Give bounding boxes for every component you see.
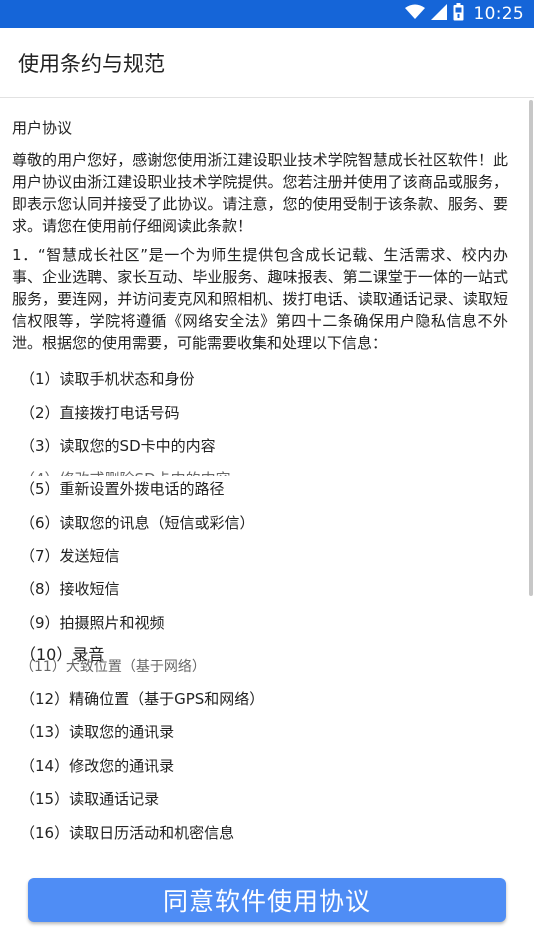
agreement-scroll-area[interactable]: 用户协议 尊敬的用户您好，感谢您使用浙江建设职业技术学院智慧成长社区软件！此用户…	[12, 98, 512, 860]
permission-item: （5）重新设置外拨电话的路径	[20, 480, 225, 498]
permission-item: （10）录音	[20, 645, 105, 664]
cellular-signal-icon	[430, 4, 447, 24]
status-icons: 10:25	[404, 3, 525, 25]
agreement-intro-paragraph: 尊敬的用户您好，感谢您使用浙江建设职业技术学院智慧成长社区软件！此用户协议由浙江…	[12, 151, 508, 235]
page-title: 使用条约与规范	[18, 52, 165, 76]
permission-item: （7）发送短信	[20, 547, 120, 565]
permission-item: （2）直接拨打电话号码	[20, 404, 180, 422]
permission-item: （13）读取您的通讯录	[20, 723, 175, 741]
permission-item: （12）精确位置（基于GPS和网络）	[20, 690, 265, 708]
battery-icon	[453, 3, 464, 25]
permission-item: （14）修改您的通讯录	[20, 757, 175, 775]
agreement-heading: 用户协议	[12, 119, 73, 137]
permission-item: （1）读取手机状态和身份	[20, 370, 195, 388]
permission-item: （9）拍摄照片和视频	[20, 614, 165, 632]
agree-button[interactable]: 同意软件使用协议	[28, 878, 506, 922]
permission-item: （15）读取通话记录	[20, 790, 160, 808]
app-bar: 使用条约与规范	[0, 28, 534, 98]
permission-item: （6）读取您的讯息（短信或彩信）	[20, 514, 255, 532]
permission-item: （16）读取日历活动和机密信息	[20, 824, 235, 842]
permission-item: （3）读取您的SD卡中的内容	[20, 437, 216, 455]
permission-item: （4）修改或删除SD卡中的内容	[20, 468, 231, 476]
status-bar: 10:25	[0, 0, 534, 28]
permission-item: （8）接收短信	[20, 580, 120, 598]
wifi-icon	[404, 4, 425, 24]
agreement-section-one: 1．“智慧成长社区”是一个为师生提供包含成长记载、生活需求、校内办事、企业选聘、…	[12, 246, 508, 352]
scrollbar-thumb[interactable]	[529, 100, 533, 596]
status-time: 10:25	[473, 4, 524, 24]
